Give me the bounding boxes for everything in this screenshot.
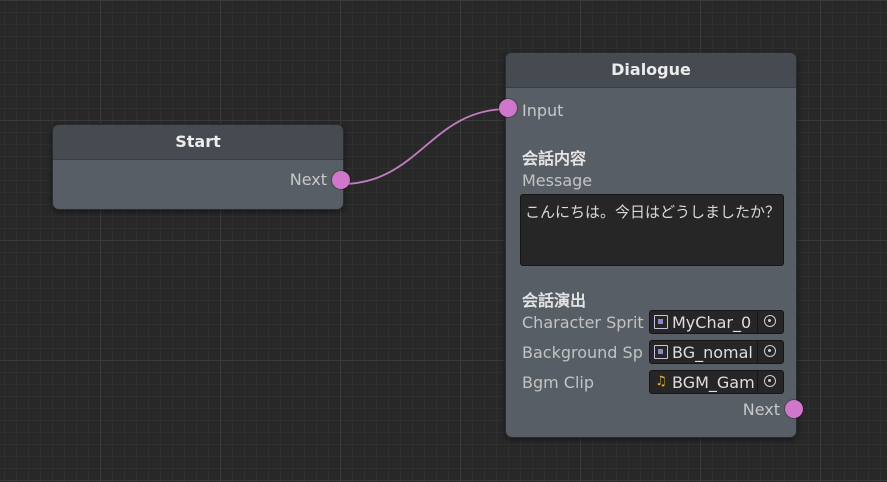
bgm-clip-label: Bgm Clip bbox=[522, 373, 595, 392]
background-sprite-value: BG_nomal bbox=[672, 343, 753, 362]
start-next-label: Next bbox=[289, 170, 327, 189]
dialogue-next-label: Next bbox=[742, 400, 780, 419]
dialogue-next-port[interactable] bbox=[785, 400, 803, 418]
start-next-port[interactable] bbox=[332, 171, 350, 189]
dialogue-input-label: Input bbox=[522, 101, 564, 120]
object-picker-icon bbox=[764, 375, 776, 387]
start-node-title: Start bbox=[53, 125, 343, 160]
object-picker-icon bbox=[764, 315, 776, 327]
background-sprite-label: Background Sp bbox=[522, 343, 643, 362]
dialogue-input-port[interactable] bbox=[499, 99, 517, 117]
object-picker-button[interactable] bbox=[757, 311, 783, 333]
sprite-icon bbox=[654, 345, 668, 359]
object-picker-icon bbox=[764, 345, 776, 357]
sprite-icon bbox=[654, 315, 668, 329]
character-sprite-value: MyChar_0 bbox=[672, 313, 752, 332]
dialogue-node[interactable]: Dialogue Input 会話内容 Message こんにちは。今日はどうし… bbox=[505, 52, 797, 438]
bgm-clip-value: BGM_Gam bbox=[672, 373, 755, 392]
dialogue-node-title: Dialogue bbox=[506, 53, 796, 88]
music-icon: ♫ bbox=[655, 374, 667, 389]
start-node[interactable]: Start Next bbox=[52, 124, 344, 210]
background-sprite-field[interactable]: BG_nomal bbox=[649, 340, 784, 364]
character-sprite-label: Character Sprit bbox=[522, 313, 644, 332]
character-sprite-field[interactable]: MyChar_0 bbox=[649, 310, 784, 334]
message-label: Message bbox=[522, 171, 593, 190]
section-direction-title: 会話演出 bbox=[522, 291, 587, 310]
bgm-clip-field[interactable]: ♫ BGM_Gam bbox=[649, 370, 784, 394]
message-textarea[interactable]: こんにちは。今日はどうしましたか？ bbox=[520, 194, 784, 266]
section-content-title: 会話内容 bbox=[522, 149, 587, 168]
object-picker-button[interactable] bbox=[757, 371, 783, 393]
object-picker-button[interactable] bbox=[757, 341, 783, 363]
